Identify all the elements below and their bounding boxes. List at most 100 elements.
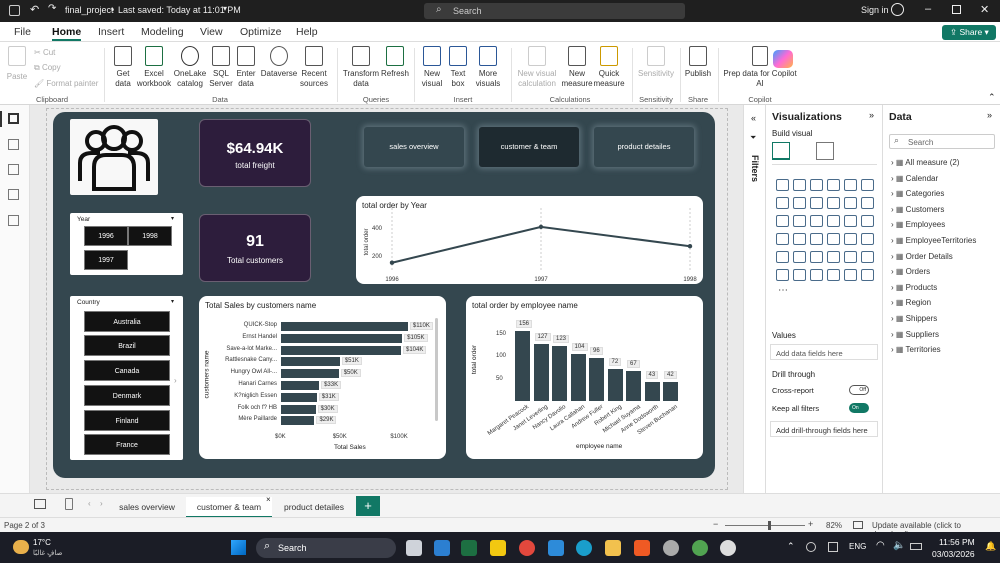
employee-bar[interactable] bbox=[552, 345, 567, 401]
chevron-down-icon[interactable]: ▾ bbox=[223, 4, 227, 13]
dax-view-icon[interactable] bbox=[8, 189, 19, 200]
country-option[interactable]: Australia bbox=[84, 311, 170, 332]
tmdl-view-icon[interactable] bbox=[8, 215, 19, 226]
prev-page-icon[interactable]: ‹ bbox=[88, 499, 91, 508]
model-view-icon[interactable] bbox=[8, 164, 19, 175]
employee-chart-card[interactable]: total order by employee name total order… bbox=[466, 296, 703, 459]
visual-type-icon[interactable] bbox=[793, 179, 806, 191]
visual-type-icon[interactable] bbox=[827, 251, 840, 263]
sign-in-link[interactable]: Sign in bbox=[861, 5, 889, 15]
ssms-icon[interactable] bbox=[548, 540, 564, 556]
text-box-button[interactable]: Text box bbox=[446, 46, 470, 89]
minimize-icon[interactable]: – bbox=[925, 3, 931, 15]
new-measure-button[interactable]: New measure bbox=[560, 46, 594, 89]
menu-insert[interactable]: Insert bbox=[98, 26, 124, 38]
recent-sources-button[interactable]: Recent sources bbox=[296, 46, 332, 89]
visual-type-icon[interactable] bbox=[776, 251, 789, 263]
zoom-thumb[interactable] bbox=[768, 521, 771, 530]
year-option-1998[interactable]: 1998 bbox=[128, 226, 172, 246]
sql-server-button[interactable]: SQL Server bbox=[208, 46, 234, 89]
data-table-item[interactable]: › ▦ All measure (2) bbox=[891, 158, 959, 167]
visual-type-icon[interactable] bbox=[844, 251, 857, 263]
tray-chevron-icon[interactable]: ⌃ bbox=[787, 541, 795, 552]
visual-type-icon[interactable] bbox=[827, 197, 840, 209]
year-slicer[interactable]: Year ▾ 1996 1998 1997 bbox=[70, 213, 183, 275]
line-point[interactable] bbox=[687, 244, 693, 249]
scroll-right-icon[interactable]: › bbox=[174, 376, 177, 385]
chevron-down-icon[interactable]: ▾ bbox=[171, 298, 174, 305]
page-tab-customer-team[interactable]: customer & team bbox=[186, 497, 272, 518]
media-player-icon[interactable] bbox=[720, 540, 736, 556]
app-icon[interactable] bbox=[663, 540, 679, 556]
visual-type-icon[interactable] bbox=[827, 233, 840, 245]
edge-icon[interactable] bbox=[576, 540, 592, 556]
maximize-icon[interactable] bbox=[952, 5, 961, 14]
chevron-down-icon[interactable]: ▾ bbox=[171, 215, 174, 222]
sales-bar[interactable] bbox=[281, 381, 320, 390]
employee-bar[interactable] bbox=[607, 368, 623, 401]
scrollbar[interactable] bbox=[435, 318, 438, 421]
visual-type-icon[interactable] bbox=[861, 215, 874, 227]
visual-type-icon[interactable] bbox=[776, 233, 789, 245]
language-indicator[interactable]: ENG bbox=[849, 542, 866, 551]
visual-type-icon[interactable] bbox=[861, 179, 874, 191]
copilot-icon[interactable] bbox=[773, 50, 793, 68]
data-table-item[interactable]: › ▦ Customers bbox=[891, 205, 944, 214]
page-tab-sales-overview[interactable]: sales overview bbox=[111, 497, 183, 518]
visual-type-icon[interactable] bbox=[810, 215, 823, 227]
search-box[interactable]: ⌕ Search bbox=[424, 3, 685, 19]
data-search-input[interactable]: ⌕ Search bbox=[889, 134, 995, 149]
desktop-view-icon[interactable] bbox=[34, 499, 46, 509]
sales-bar[interactable] bbox=[281, 333, 403, 343]
cross-report-toggle[interactable]: Off bbox=[849, 385, 869, 395]
zoom-in-icon[interactable]: + bbox=[808, 519, 813, 529]
undo-icon[interactable]: ↶ bbox=[30, 3, 39, 16]
collapse-icon[interactable]: » bbox=[869, 110, 874, 120]
visual-type-icon[interactable] bbox=[793, 233, 806, 245]
visual-type-icon[interactable] bbox=[810, 179, 823, 191]
visual-type-icon[interactable] bbox=[861, 269, 874, 281]
transform-data-button[interactable]: Transform data bbox=[342, 46, 380, 89]
data-table-item[interactable]: › ▦ Suppliers bbox=[891, 330, 939, 339]
nav-customer-team-button[interactable]: customer & team bbox=[479, 127, 579, 167]
data-table-item[interactable]: › ▦ Products bbox=[891, 283, 937, 292]
quick-measure-button[interactable]: Quick measure bbox=[593, 46, 625, 89]
data-table-item[interactable]: › ▦ Shippers bbox=[891, 314, 937, 323]
excel-icon[interactable] bbox=[461, 540, 477, 556]
employee-bar[interactable] bbox=[515, 330, 530, 401]
taskbar-search[interactable]: ⌕ Search bbox=[256, 538, 396, 558]
sensitivity-button[interactable]: Sensitivity bbox=[636, 46, 676, 79]
menu-home[interactable]: Home bbox=[52, 26, 82, 41]
visual-type-icon[interactable] bbox=[810, 197, 823, 209]
qlik-icon[interactable] bbox=[692, 540, 708, 556]
visual-type-icon[interactable] bbox=[810, 233, 823, 245]
new-visual-button[interactable]: New visual bbox=[418, 46, 446, 89]
sales-bar[interactable] bbox=[281, 369, 339, 379]
cut-button[interactable]: ✂ Cut bbox=[34, 48, 55, 58]
visual-type-icon[interactable] bbox=[793, 269, 806, 281]
menu-help[interactable]: Help bbox=[296, 26, 318, 38]
collapse-ribbon-icon[interactable]: ⌃ bbox=[988, 92, 996, 103]
notification-bell-icon[interactable]: 🔔 bbox=[985, 541, 996, 552]
visual-type-icon[interactable] bbox=[776, 215, 789, 227]
data-table-item[interactable]: › ▦ Territories bbox=[891, 345, 941, 354]
data-table-item[interactable]: › ▦ Region bbox=[891, 298, 931, 307]
employee-bar[interactable] bbox=[644, 381, 660, 401]
next-page-icon[interactable]: › bbox=[100, 499, 103, 508]
file-explorer-icon[interactable] bbox=[605, 540, 621, 556]
refresh-button[interactable]: Refresh bbox=[380, 46, 410, 79]
visual-type-icon[interactable] bbox=[810, 269, 823, 281]
sales-chart-card[interactable]: Total Sales by customers name customers … bbox=[199, 296, 446, 459]
visual-type-icon[interactable] bbox=[776, 179, 789, 191]
country-option[interactable]: Brazil bbox=[84, 335, 170, 356]
build-visual-icon[interactable] bbox=[772, 142, 790, 160]
menu-optimize[interactable]: Optimize bbox=[240, 26, 281, 38]
menu-view[interactable]: View bbox=[200, 26, 223, 38]
visual-type-icon[interactable] bbox=[793, 251, 806, 263]
redo-icon[interactable]: ↷ bbox=[48, 3, 56, 14]
year-option-1996[interactable]: 1996 bbox=[84, 226, 128, 246]
brave-icon[interactable] bbox=[634, 540, 650, 556]
share-button[interactable]: ⇪ Share ▾ bbox=[942, 25, 996, 40]
close-icon[interactable]: ✕ bbox=[980, 3, 989, 16]
powerbi-icon[interactable] bbox=[490, 540, 506, 556]
